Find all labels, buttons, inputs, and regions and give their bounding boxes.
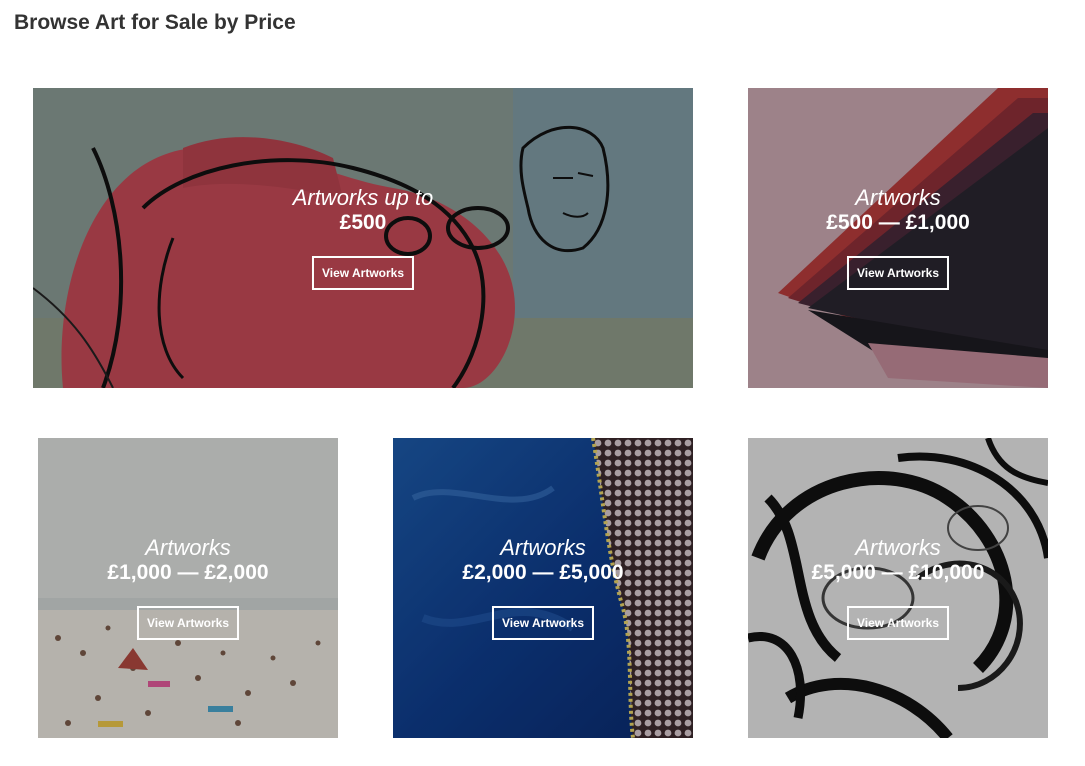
- card-price-range: £500: [339, 211, 387, 234]
- card-caption: Artworks up to £500: [33, 185, 693, 235]
- page-title: Browse Art for Sale by Price: [14, 11, 296, 34]
- card-caption: Artworks £1,000 — £2,000: [38, 535, 338, 585]
- card-caption-line1: Artworks: [855, 535, 941, 560]
- price-card-up-to-500[interactable]: Artworks up to £500 View Artworks: [33, 88, 693, 388]
- view-artworks-button[interactable]: View Artworks: [846, 256, 950, 290]
- card-caption: Artworks £5,000 — £10,000: [748, 535, 1048, 585]
- card-caption-line1: Artworks up to: [292, 185, 434, 210]
- view-artworks-button[interactable]: View Artworks: [846, 606, 950, 640]
- card-caption-line1: Artworks: [500, 535, 586, 560]
- card-caption-line1: Artworks: [855, 185, 941, 210]
- card-caption: Artworks £500 — £1,000: [748, 185, 1048, 235]
- price-card-2000-5000[interactable]: Artworks £2,000 — £5,000 View Artworks: [393, 438, 693, 738]
- card-caption-line1: Artworks: [145, 535, 231, 560]
- view-artworks-button[interactable]: View Artworks: [136, 606, 240, 640]
- card-price-range: £500 — £1,000: [826, 211, 970, 234]
- card-price-range: £5,000 — £10,000: [811, 561, 985, 584]
- price-card-5000-10000[interactable]: Artworks £5,000 — £10,000 View Artworks: [748, 438, 1048, 738]
- view-artworks-button[interactable]: View Artworks: [491, 606, 595, 640]
- view-artworks-button[interactable]: View Artworks: [311, 256, 415, 290]
- price-card-1000-2000[interactable]: Artworks £1,000 — £2,000 View Artworks: [38, 438, 338, 738]
- card-caption: Artworks £2,000 — £5,000: [393, 535, 693, 585]
- card-price-range: £1,000 — £2,000: [107, 561, 269, 584]
- price-card-500-1000[interactable]: Artworks £500 — £1,000 View Artworks: [748, 88, 1048, 388]
- card-price-range: £2,000 — £5,000: [462, 561, 624, 584]
